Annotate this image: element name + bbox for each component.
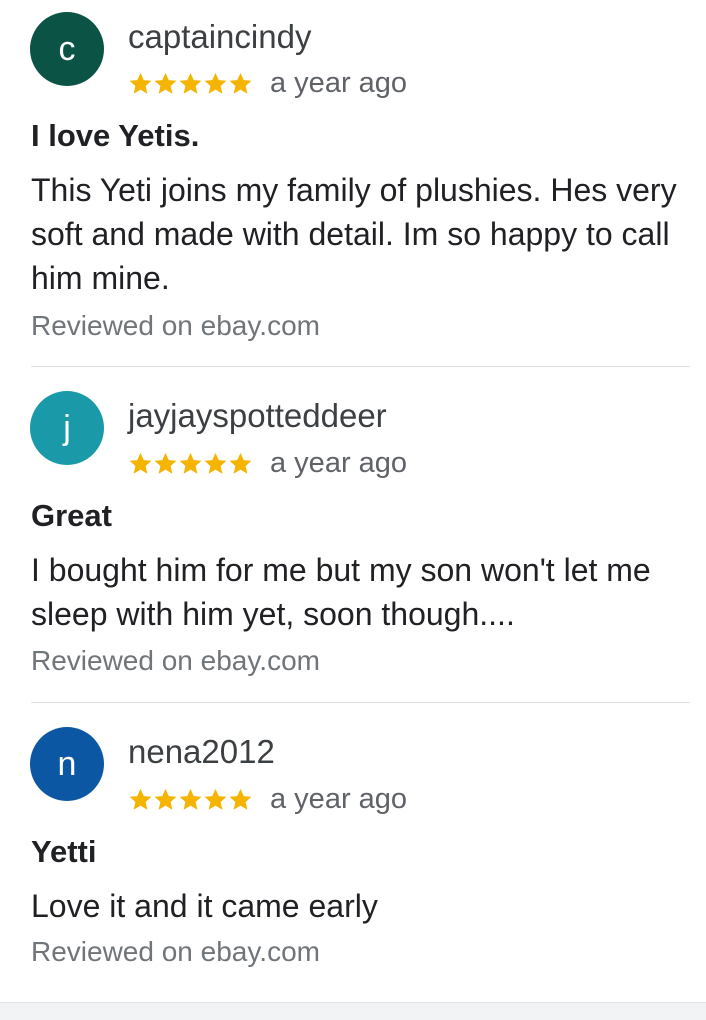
avatar[interactable]: j	[30, 391, 104, 465]
divider	[31, 702, 690, 703]
star-rating	[128, 787, 253, 812]
star-icon	[154, 72, 177, 94]
review-source: Reviewed on ebay.com	[31, 645, 320, 676]
review-time: a year ago	[270, 67, 408, 99]
review-source: Reviewed on ebay.com	[31, 936, 320, 967]
avatar[interactable]: c	[30, 12, 104, 86]
rating-row: a year ago	[128, 783, 407, 815]
review-time: a year ago	[270, 447, 408, 479]
bottom-bar	[0, 1002, 706, 1020]
review-body: This Yeti joins my family of plushies. H…	[31, 172, 677, 296]
avatar[interactable]: n	[30, 727, 104, 801]
star-icon	[229, 788, 252, 810]
star-rating	[128, 451, 253, 476]
reviewer-name[interactable]: nena2012	[128, 732, 275, 772]
star-icon	[179, 788, 202, 810]
star-icon	[179, 72, 202, 94]
review-source: Reviewed on ebay.com	[31, 310, 320, 341]
review-body: Love it and it came early	[31, 888, 378, 924]
star-icon	[229, 452, 252, 474]
star-rating	[128, 71, 253, 96]
rating-row: a year ago	[128, 447, 407, 479]
star-icon	[204, 788, 227, 810]
star-icon	[129, 452, 152, 474]
review-title: Yetti	[31, 834, 97, 869]
star-icon	[204, 72, 227, 94]
star-icon	[179, 452, 202, 474]
star-icon	[154, 788, 177, 810]
reviewer-name[interactable]: jayjayspotteddeer	[128, 396, 387, 436]
review-title: Great	[31, 498, 112, 533]
divider	[31, 366, 690, 367]
review-body: I bought him for me but my son won't let…	[31, 552, 651, 632]
reviewer-name[interactable]: captaincindy	[128, 17, 311, 57]
star-icon	[154, 452, 177, 474]
star-icon	[129, 72, 152, 94]
star-icon	[229, 72, 252, 94]
review-title: I love Yetis.	[31, 118, 200, 153]
star-icon	[129, 788, 152, 810]
rating-row: a year ago	[128, 67, 407, 99]
star-icon	[204, 452, 227, 474]
review-time: a year ago	[270, 783, 408, 815]
